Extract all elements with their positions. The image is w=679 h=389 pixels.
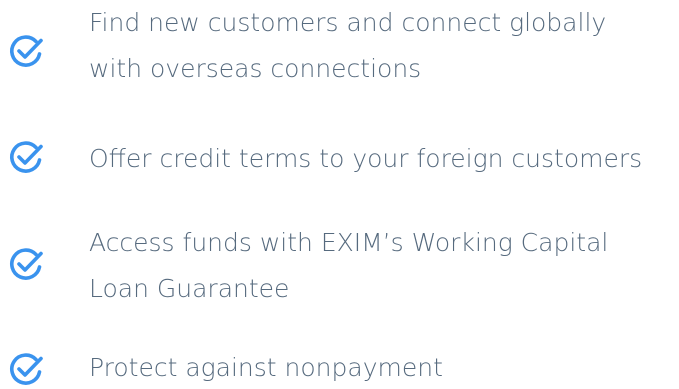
list-item-text: Access funds with EXIM’s Working Capital… (89, 220, 679, 312)
list-item-line: Loan Guarantee (89, 274, 290, 303)
list-item-line: Offer credit terms to your foreign custo… (89, 144, 643, 173)
list-item-line: Protect against nonpayment (89, 353, 443, 382)
list-item-line: with overseas connections (89, 54, 422, 83)
check-circle-icon (6, 32, 46, 72)
list-item-line: Access funds with EXIM’s Working Capital (89, 228, 609, 257)
list-item-text: Protect against nonpayment (89, 345, 679, 389)
list-item-text: Offer credit terms to your foreign custo… (89, 136, 679, 182)
benefits-list: Find new customers and connect globally … (0, 0, 679, 389)
check-circle-icon (6, 245, 46, 285)
check-circle-icon (6, 138, 46, 178)
check-circle-icon (6, 350, 46, 389)
list-item-text: Find new customers and connect globally … (89, 0, 679, 92)
list-item-line: Find new customers and connect globally (89, 8, 607, 37)
